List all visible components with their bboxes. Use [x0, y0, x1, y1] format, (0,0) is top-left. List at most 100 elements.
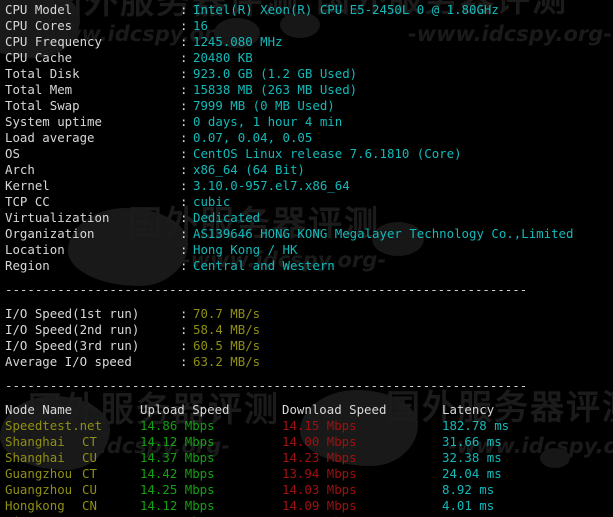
info-value: AS139646 HONG KONG Megalayer Technology … — [193, 226, 574, 241]
info-row: Total Mem:15838 MB (263 MB Used) — [5, 82, 613, 98]
network-table-header: Node Name Upload Speed Download Speed Laten… — [5, 402, 613, 418]
info-label: System uptime — [5, 114, 102, 129]
io-row: I/O Speed(1st run):70.7 MB/s — [5, 306, 613, 322]
network-test-block: Node Name Upload Speed Download Speed Laten… — [5, 402, 613, 517]
node-cc: CU — [82, 450, 97, 465]
node-upload: 14.25 Mbps — [140, 482, 215, 497]
io-row: I/O Speed(2nd run):58.4 MB/s — [5, 322, 613, 338]
node-latency: 4.01 ms — [442, 498, 495, 513]
info-row: Location: Hong Kong / HK — [5, 242, 613, 258]
node-latency: 31.66 ms — [442, 434, 502, 449]
info-value: Central and Western — [193, 258, 335, 273]
info-colon: : — [180, 98, 188, 113]
info-row: Kernel:3.10.0-957.el7.x86_64 — [5, 178, 613, 194]
info-value: x86_64 (64 Bit) — [193, 162, 305, 177]
io-test-block: I/O Speed(1st run):70.7 MB/s I/O Speed(2… — [5, 306, 613, 370]
io-value: 70.7 MB/s — [193, 306, 261, 321]
info-colon: : — [180, 2, 188, 17]
info-label: CPU Cache — [5, 50, 73, 65]
node-download: 14.23 Mbps — [282, 450, 357, 465]
terminal-output: CPU Model: Intel(R) Xeon(R) CPU E5-2450L … — [0, 0, 613, 517]
io-colon: : — [180, 306, 188, 321]
info-row: CPU Cache:20480 KB — [5, 50, 613, 66]
info-colon: : — [180, 82, 188, 97]
node-name: Guangzhou — [5, 466, 73, 481]
info-colon: : — [180, 258, 188, 273]
info-label: Total Disk — [5, 66, 80, 81]
info-value: CentOS Linux release 7.6.1810 (Core) — [193, 146, 462, 161]
info-label: Virtualization — [5, 210, 110, 225]
info-label: TCP CC — [5, 194, 50, 209]
info-label: Load average — [5, 130, 95, 145]
io-value: 58.4 MB/s — [193, 322, 261, 337]
info-label: CPU Cores — [5, 18, 73, 33]
info-value: Intel(R) Xeon(R) CPU E5-2450L 0 @ 1.80GH… — [193, 2, 499, 17]
io-label: I/O Speed(2nd run) — [5, 322, 140, 337]
table-row: Hongkong CN 14.12 Mbps 14.09 Mbps 4.01 ms — [5, 498, 613, 514]
io-value: 60.5 MB/s — [193, 338, 261, 353]
node-name: Guangzhou — [5, 482, 73, 497]
info-label: Total Mem — [5, 82, 73, 97]
info-label: Location — [5, 242, 65, 257]
info-row: OS: CentOS Linux release 7.6.1810 (Core) — [5, 146, 613, 162]
info-row: Total Swap:7999 MB (0 MB Used) — [5, 98, 613, 114]
io-colon: : — [180, 322, 188, 337]
separator-line: ----------------------------------------… — [5, 378, 528, 393]
io-label: I/O Speed(3rd run) — [5, 338, 140, 353]
info-colon: : — [180, 66, 188, 81]
info-label: Kernel — [5, 178, 50, 193]
node-upload: 14.37 Mbps — [140, 450, 215, 465]
node-latency: 182.78 ms — [442, 418, 510, 433]
info-colon: : — [180, 34, 188, 49]
info-label: Arch — [5, 162, 35, 177]
terminal-window: 国外服务器评测 -www.idcspy.org- 国外服务器评测 -www.id… — [0, 0, 613, 517]
node-download: 14.15 Mbps — [282, 418, 357, 433]
info-row: Load average:0.07, 0.04, 0.05 — [5, 130, 613, 146]
info-row: Virtualization: Dedicated — [5, 210, 613, 226]
node-cc: CU — [82, 482, 97, 497]
info-label: CPU Model — [5, 2, 73, 17]
io-colon: : — [180, 354, 188, 369]
info-value: cubic — [193, 194, 231, 209]
info-value: Dedicated — [193, 210, 261, 225]
info-colon: : — [180, 50, 188, 65]
table-row: Shanghai CU 14.37 Mbps 14.23 Mbps 32.38 ms — [5, 450, 613, 466]
header-latency: Latency — [442, 402, 495, 417]
info-value: 7999 MB (0 MB Used) — [193, 98, 335, 113]
node-name: Shanghai — [5, 450, 65, 465]
io-label: Average I/O speed — [5, 354, 132, 369]
node-name: Speedtest.net — [5, 418, 102, 433]
info-value: 1245.080 MHz — [193, 34, 283, 49]
info-colon: : — [180, 210, 188, 225]
node-download: 13.94 Mbps — [282, 466, 357, 481]
info-colon: : — [180, 194, 188, 209]
info-label: Organization — [5, 226, 95, 241]
info-row: Organization: AS139646 HONG KONG Megalaye… — [5, 226, 613, 242]
info-value: 0.07, 0.04, 0.05 — [193, 130, 313, 145]
info-value: 0 days, 1 hour 4 min — [193, 114, 343, 129]
info-row: CPU Model: Intel(R) Xeon(R) CPU E5-2450L … — [5, 2, 613, 18]
node-cc: CN — [82, 498, 97, 513]
info-value: 16 — [193, 18, 208, 33]
info-label: Total Swap — [5, 98, 80, 113]
io-value: 63.2 MB/s — [193, 354, 261, 369]
node-latency: 8.92 ms — [442, 482, 495, 497]
node-latency: 24.04 ms — [442, 466, 502, 481]
header-upload: Upload Speed — [140, 402, 230, 417]
info-colon: : — [180, 162, 188, 177]
table-row: Guangzhou CU 14.25 Mbps 14.03 Mbps 8.92 ms — [5, 482, 613, 498]
info-value: 923.0 GB (1.2 GB Used) — [193, 66, 358, 81]
node-cc: CT — [82, 434, 97, 449]
info-row: CPU Frequency:1245.080 MHz — [5, 34, 613, 50]
table-row: Speedtest.net 14.86 Mbps 14.15 Mbps 182.78 … — [5, 418, 613, 434]
info-colon: : — [180, 242, 188, 257]
node-upload: 14.42 Mbps — [140, 466, 215, 481]
info-row: TCP CC: cubic — [5, 194, 613, 210]
info-row: Total Disk:923.0 GB (1.2 GB Used) — [5, 66, 613, 82]
node-latency: 32.38 ms — [442, 450, 502, 465]
node-name: Shanghai — [5, 434, 65, 449]
info-row: Arch: x86_64 (64 Bit) — [5, 162, 613, 178]
